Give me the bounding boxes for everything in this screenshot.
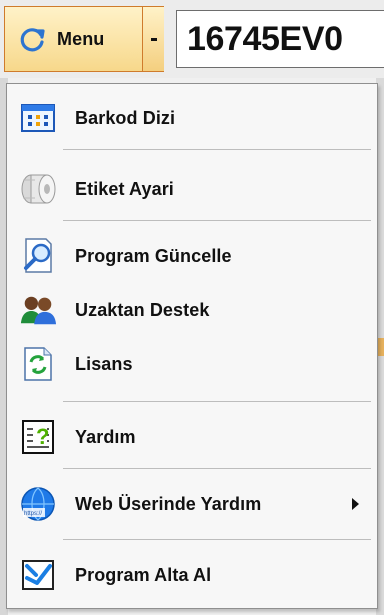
menu-item-label: Barkod Dizi: [75, 107, 176, 128]
menu-item-barkod-dizi[interactable]: Barkod Dizi: [7, 90, 377, 146]
menu-item-web-yardim[interactable]: https:// Web Üserinde Yardım: [7, 476, 377, 532]
menu-item-yardim[interactable]: ? Yardım: [7, 409, 377, 465]
menu-item-label: Yardım: [75, 426, 136, 447]
menu-dropdown-button[interactable]: [142, 7, 164, 71]
menu-item-label: Web Üserinde Yardım: [75, 493, 262, 514]
menu-item-label: Etiket Ayari: [75, 178, 174, 199]
menu-item-program-alta-al[interactable]: Program Alta Al: [7, 547, 377, 603]
menu-item-label: Uzaktan Destek: [75, 299, 210, 320]
menu-item-program-guncelle[interactable]: Program Güncelle: [7, 228, 377, 284]
menu-separator: [63, 539, 371, 540]
barcode-input[interactable]: 16745EV0: [176, 10, 384, 68]
menu-item-label: Lisans: [75, 353, 133, 374]
chevron-right-icon: [352, 498, 359, 510]
menu-item-label: Program Alta Al: [75, 564, 212, 585]
minimize-window-icon: [19, 556, 57, 594]
update-magnifier-icon: [19, 237, 57, 275]
menu-separator: [63, 220, 371, 221]
menu-label: Menu: [57, 28, 105, 49]
menu-split-button: Menu: [4, 6, 164, 72]
menu-separator: [63, 149, 371, 150]
license-refresh-icon: [19, 345, 57, 383]
menu-item-lisans[interactable]: Lisans: [7, 336, 377, 392]
label-roll-icon: [19, 170, 57, 208]
barcode-grid-icon: [19, 99, 57, 137]
menu-item-label: Program Güncelle: [75, 245, 232, 266]
refresh-icon: [15, 22, 49, 56]
svg-text:?: ?: [36, 424, 49, 449]
svg-text:https://: https://: [24, 511, 42, 517]
web-help-globe-icon: https://: [19, 485, 57, 523]
menu-separator: [63, 401, 371, 402]
top-toolbar: Menu 16745EV0: [0, 0, 384, 78]
remote-support-users-icon: [19, 291, 57, 329]
help-question-icon: ?: [19, 418, 57, 456]
chevron-down-icon: [150, 37, 157, 41]
menu-separator: [63, 468, 371, 469]
menu-button[interactable]: Menu: [5, 7, 142, 71]
menu-item-etiket-ayari[interactable]: Etiket Ayari: [7, 161, 377, 217]
barcode-value: 16745EV0: [187, 19, 343, 58]
menu-item-uzaktan-destek[interactable]: Uzaktan Destek: [7, 282, 377, 338]
main-dropdown-menu: Barkod Dizi Etiket Ayari Program Güncell…: [6, 83, 378, 609]
